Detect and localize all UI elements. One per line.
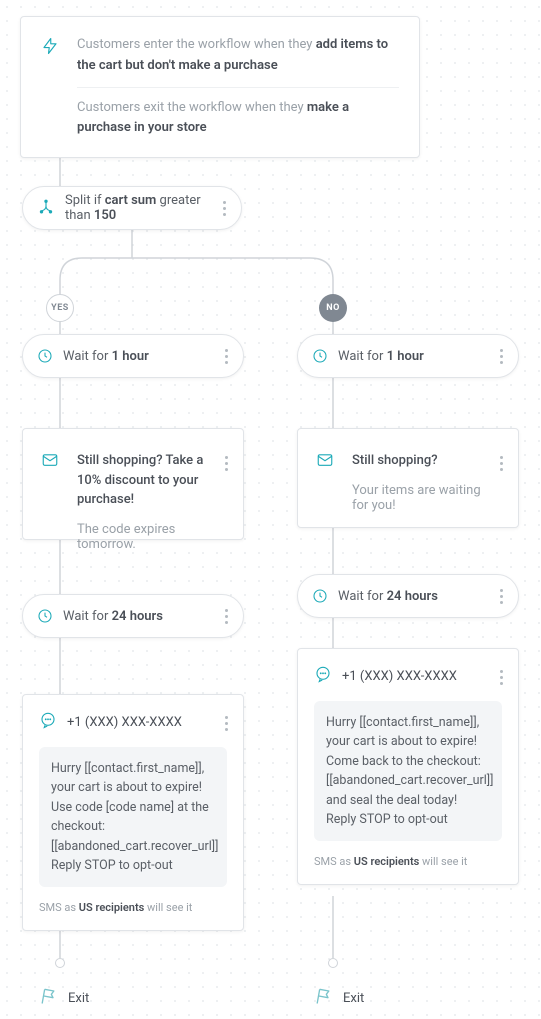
no-email-body: Your items are waiting for you! xyxy=(352,483,488,513)
yes-exit-node[interactable]: Exit xyxy=(38,986,89,1010)
yes-end-connector xyxy=(55,958,65,968)
no-email-node[interactable]: Still shopping? Your items are waiting f… xyxy=(297,428,519,528)
split-text: Split if cart sum greater than 150 xyxy=(65,193,205,223)
no-wait-1h-text: Wait for 1 hour xyxy=(338,349,424,364)
email-icon xyxy=(41,451,59,469)
yes-wait-1h-menu-button[interactable] xyxy=(219,344,233,368)
split-icon xyxy=(37,199,55,217)
yes-sms-node[interactable]: +1 (XXX) XXX-XXXX Hurry [[contact.first_… xyxy=(22,694,244,931)
clock-icon xyxy=(37,348,53,364)
yes-wait-24h-node[interactable]: Wait for 24 hours xyxy=(22,594,244,638)
yes-email-menu-button[interactable] xyxy=(219,451,233,475)
yes-sms-note: SMS as US recipients will see it xyxy=(39,901,227,914)
yes-wait-1h-text: Wait for 1 hour xyxy=(63,349,149,364)
branch-yes-badge: YES xyxy=(46,294,74,322)
no-sms-body: Hurry [[contact.first_name]], your cart … xyxy=(314,701,502,841)
yes-email-node[interactable]: Still shopping? Take a 10% discount to y… xyxy=(22,428,244,540)
exit-flag-icon xyxy=(313,986,333,1010)
branch-no-badge: NO xyxy=(319,294,347,322)
no-exit-node[interactable]: Exit xyxy=(313,986,364,1010)
yes-wait-1h-node[interactable]: Wait for 1 hour xyxy=(22,334,244,378)
split-menu-button[interactable] xyxy=(217,196,231,220)
trigger-exit-text: Customers exit the workflow when they ma… xyxy=(77,98,399,140)
yes-sms-from: +1 (XXX) XXX-XXXX xyxy=(67,715,182,730)
split-node[interactable]: Split if cart sum greater than 150 xyxy=(22,186,242,230)
no-sms-menu-button[interactable] xyxy=(494,665,508,689)
no-sms-node[interactable]: +1 (XXX) XXX-XXXX Hurry [[contact.first_… xyxy=(297,648,519,885)
trigger-enter-text: Customers enter the workflow when they a… xyxy=(77,35,399,77)
no-wait-24h-menu-button[interactable] xyxy=(494,584,508,608)
no-sms-note: SMS as US recipients will see it xyxy=(314,855,502,868)
clock-icon xyxy=(312,348,328,364)
trigger-card[interactable]: Customers enter the workflow when they a… xyxy=(20,16,420,158)
sms-icon xyxy=(314,665,332,687)
no-wait-1h-menu-button[interactable] xyxy=(494,344,508,368)
trigger-bolt-icon xyxy=(41,37,59,59)
no-email-subject: Still shopping? xyxy=(352,451,488,471)
yes-wait-24h-menu-button[interactable] xyxy=(219,604,233,628)
sms-icon xyxy=(39,711,57,733)
yes-sms-menu-button[interactable] xyxy=(219,711,233,735)
no-wait-24h-text: Wait for 24 hours xyxy=(338,589,438,604)
yes-sms-body: Hurry [[contact.first_name]], your cart … xyxy=(39,747,227,887)
email-icon xyxy=(316,451,334,469)
clock-icon xyxy=(37,608,53,624)
clock-icon xyxy=(312,588,328,604)
no-wait-1h-node[interactable]: Wait for 1 hour xyxy=(297,334,519,378)
yes-exit-label: Exit xyxy=(68,991,89,1006)
no-exit-label: Exit xyxy=(343,991,364,1006)
trigger-divider xyxy=(77,87,399,88)
no-sms-from: +1 (XXX) XXX-XXXX xyxy=(342,669,457,684)
yes-wait-24h-text: Wait for 24 hours xyxy=(63,609,163,624)
yes-email-body: The code expires tomorrow. xyxy=(77,522,213,552)
no-email-menu-button[interactable] xyxy=(494,451,508,475)
yes-email-subject: Still shopping? Take a 10% discount to y… xyxy=(77,451,213,510)
no-wait-24h-node[interactable]: Wait for 24 hours xyxy=(297,574,519,618)
exit-flag-icon xyxy=(38,986,58,1010)
no-end-connector xyxy=(328,958,338,968)
